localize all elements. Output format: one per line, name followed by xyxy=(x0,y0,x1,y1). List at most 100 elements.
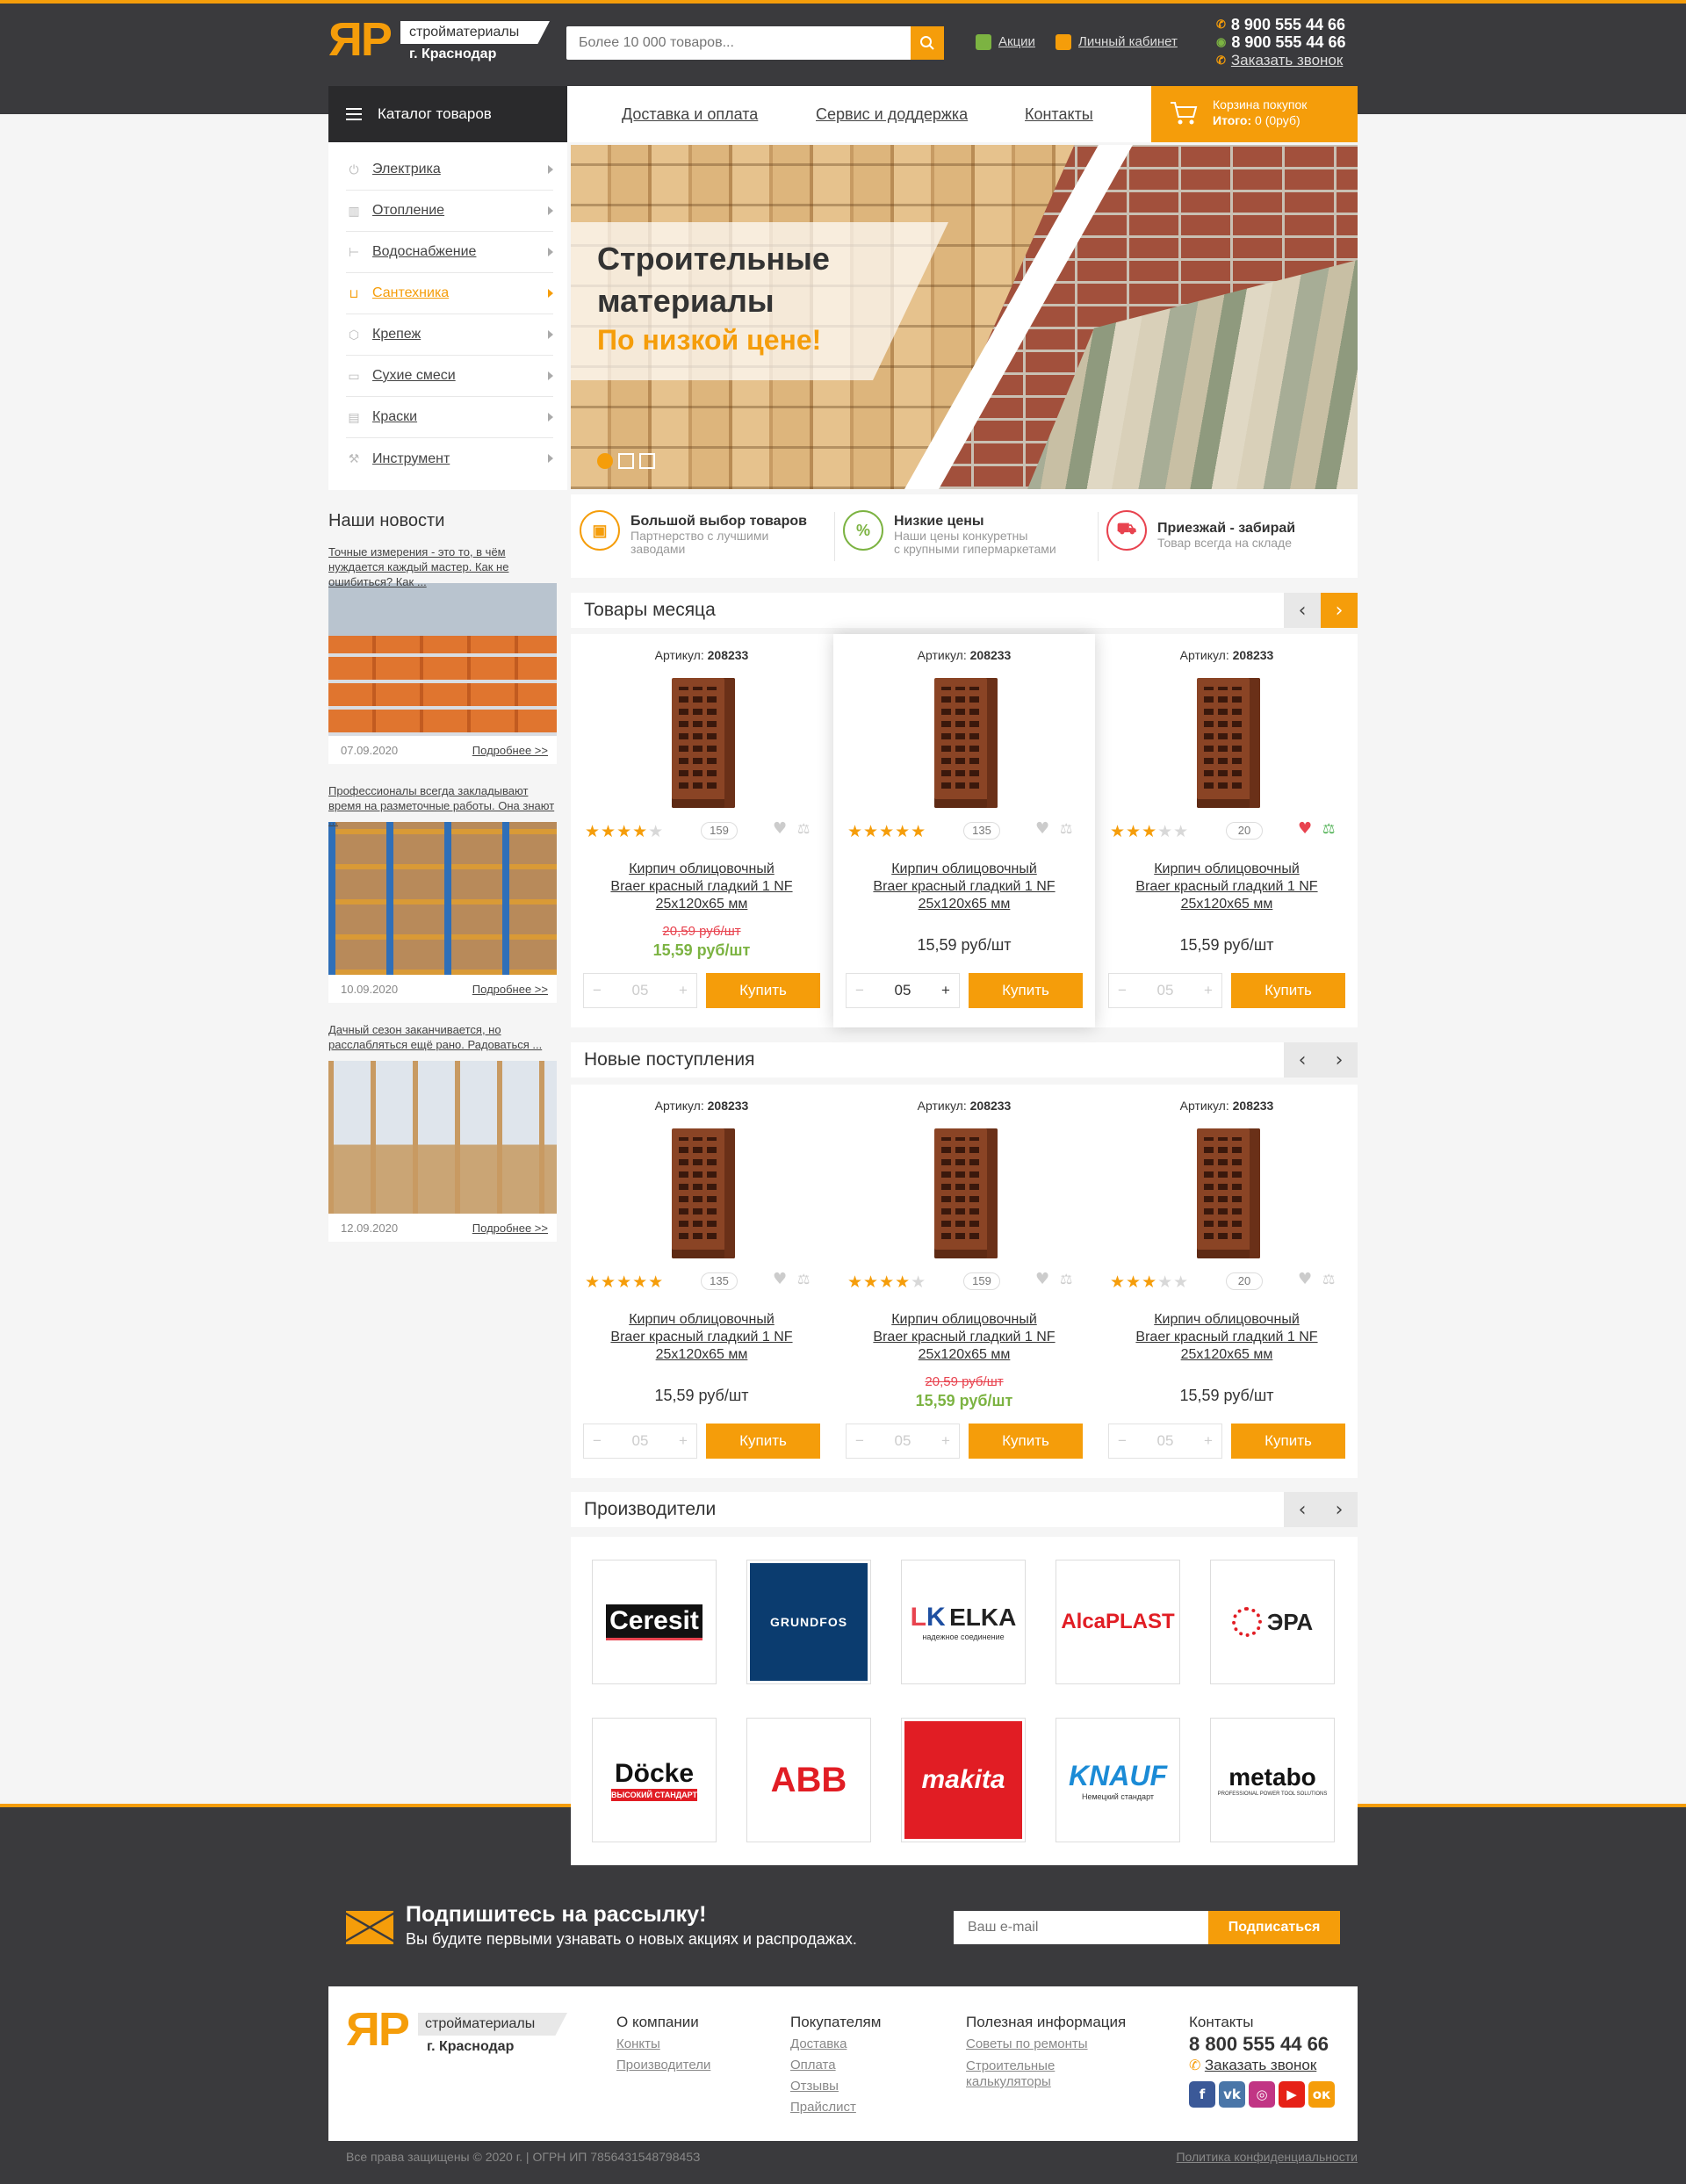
email-field[interactable] xyxy=(954,1911,1208,1944)
search-input[interactable] xyxy=(566,26,909,60)
vk-icon[interactable]: vk xyxy=(1219,2081,1245,2108)
sidebar-item-heating[interactable]: ▥ Отопление xyxy=(346,191,553,232)
heart-icon[interactable]: ♥ xyxy=(1298,819,1312,838)
compare-icon[interactable]: ⚖ xyxy=(1060,820,1072,837)
sidebar-item-plumbing[interactable]: ⊔ Сантехника xyxy=(346,273,553,314)
maker-logo-docke[interactable]: Döcke ВЫСОКИЙ СТАНДАРТ xyxy=(592,1718,717,1842)
hero-slider[interactable]: Строительные материалы По низкой цене! xyxy=(571,145,1358,489)
next-arrow-icon[interactable]: › xyxy=(1321,1042,1358,1078)
heart-icon[interactable]: ♥ xyxy=(1035,819,1049,838)
sidebar-item-water[interactable]: ⊢ Водоснабжение xyxy=(346,232,553,273)
buy-button[interactable]: Купить xyxy=(1231,973,1345,1008)
footer-phone[interactable]: 8 800 555 44 66 xyxy=(1189,2032,1335,2057)
slider-dot-1[interactable] xyxy=(597,453,613,469)
compare-icon[interactable]: ⚖ xyxy=(797,1271,810,1287)
quantity-stepper[interactable]: − 05 + xyxy=(1108,973,1222,1008)
compare-icon[interactable]: ⚖ xyxy=(1060,1271,1072,1287)
product-image-brick[interactable] xyxy=(934,678,998,808)
buy-button[interactable]: Купить xyxy=(969,1424,1083,1459)
product-name-link[interactable]: Кирпич облицовочный Braer красный гладкий… xyxy=(1096,861,1358,913)
product-image-brick[interactable] xyxy=(1197,678,1260,808)
heart-icon[interactable]: ♥ xyxy=(773,1270,787,1288)
minus-icon[interactable]: − xyxy=(855,1432,864,1450)
maker-logo-ceresit[interactable]: Ceresit xyxy=(592,1560,717,1684)
prev-arrow-icon[interactable]: ‹ xyxy=(1284,1042,1321,1078)
plus-icon[interactable]: + xyxy=(941,982,950,999)
plus-icon[interactable]: + xyxy=(1204,982,1213,999)
site-logo[interactable]: ЯР стройматериалы г. Краснодар xyxy=(328,16,550,65)
buy-button[interactable]: Купить xyxy=(969,973,1083,1008)
minus-icon[interactable]: − xyxy=(593,982,602,999)
maker-logo-abb[interactable]: ABB xyxy=(746,1718,871,1842)
quantity-stepper[interactable]: − 05 + xyxy=(846,1424,960,1459)
news-image-construction[interactable] xyxy=(328,1061,557,1214)
plus-icon[interactable]: + xyxy=(1204,1432,1213,1450)
search-button[interactable] xyxy=(911,26,944,60)
maker-logo-alcaplast[interactable]: AlcaPLAST xyxy=(1056,1560,1180,1684)
plus-icon[interactable]: + xyxy=(679,1432,688,1450)
subscribe-button[interactable]: Подписаться xyxy=(1208,1911,1340,1944)
slider-dot-3[interactable] xyxy=(639,453,655,469)
footer-link[interactable]: Доставка xyxy=(790,2034,881,2055)
product-name-link[interactable]: Кирпич облицовочный Braer красный гладкий… xyxy=(833,861,1095,913)
footer-link[interactable]: калькуляторы xyxy=(966,2074,1126,2090)
callback-link[interactable]: ✆ Заказать звонок xyxy=(1216,51,1345,70)
maker-logo-knauf[interactable]: KNAUF Немецкий стандарт xyxy=(1056,1718,1180,1842)
quantity-stepper[interactable]: − 05 + xyxy=(583,973,697,1008)
maker-logo-grundfos[interactable]: GRUNDFOS xyxy=(746,1560,871,1684)
footer-link[interactable]: Отзывы xyxy=(790,2076,881,2097)
instagram-icon[interactable]: ◎ xyxy=(1249,2081,1275,2108)
next-arrow-icon[interactable]: › xyxy=(1321,1492,1358,1527)
compare-icon[interactable]: ⚖ xyxy=(1322,1271,1335,1287)
maker-logo-era[interactable]: ЭРА xyxy=(1210,1560,1335,1684)
news-image-warehouse[interactable] xyxy=(328,822,557,975)
footer-link[interactable]: Конкты xyxy=(616,2034,710,2055)
footer-callback[interactable]: ✆ Заказать звонок xyxy=(1189,2057,1335,2074)
quantity-stepper[interactable]: − 05 + xyxy=(1108,1424,1222,1459)
quantity-stepper[interactable]: − 05 + xyxy=(846,973,960,1008)
product-name-link[interactable]: Кирпич облицовочный Braer красный гладкий… xyxy=(833,1311,1095,1364)
heart-icon[interactable]: ♥ xyxy=(1298,1270,1312,1288)
sidebar-item-tools[interactable]: ⚒ Инструмент xyxy=(346,438,553,479)
compare-icon[interactable]: ⚖ xyxy=(797,820,810,837)
odnoklassniki-icon[interactable]: ок xyxy=(1308,2081,1335,2108)
phone-2[interactable]: ◉ 8 900 555 44 66 xyxy=(1216,33,1345,51)
maker-logo-elka[interactable]: LK ELKA надежное соединение xyxy=(901,1560,1026,1684)
prev-arrow-icon[interactable]: ‹ xyxy=(1284,593,1321,628)
compare-icon[interactable]: ⚖ xyxy=(1322,820,1335,837)
news-text-link[interactable]: Точные измерения - это то, в чём нуждает… xyxy=(328,544,557,588)
news-more-link[interactable]: Подробнее >> xyxy=(472,983,548,996)
nav-contacts[interactable]: Контакты xyxy=(1025,86,1093,142)
quantity-stepper[interactable]: − 05 + xyxy=(583,1424,697,1459)
sidebar-item-paints[interactable]: ▤ Краски xyxy=(346,397,553,438)
news-text-link[interactable]: Дачный сезон заканчивается, но расслабля… xyxy=(328,1022,557,1057)
plus-icon[interactable]: + xyxy=(941,1432,950,1450)
nav-delivery[interactable]: Доставка и оплата xyxy=(622,86,758,142)
sidebar-item-electrics[interactable]: ⏻ Электрика xyxy=(346,149,553,191)
news-text-link[interactable]: Профессионалы всегда закладывают время н… xyxy=(328,783,557,827)
footer-link[interactable]: Советы по ремонты xyxy=(966,2034,1126,2055)
cart-button[interactable]: Корзина покупок Итого: 0 (0руб) xyxy=(1151,86,1358,142)
catalog-button[interactable]: Каталог товаров xyxy=(328,86,567,142)
product-image-brick[interactable] xyxy=(672,1128,735,1258)
heart-icon[interactable]: ♥ xyxy=(773,819,787,838)
next-arrow-icon[interactable]: › xyxy=(1321,593,1358,628)
minus-icon[interactable]: − xyxy=(593,1432,602,1450)
buy-button[interactable]: Купить xyxy=(706,973,820,1008)
minus-icon[interactable]: − xyxy=(1118,1432,1127,1450)
footer-link[interactable]: Производители xyxy=(616,2055,710,2076)
buy-button[interactable]: Купить xyxy=(706,1424,820,1459)
nav-service[interactable]: Сервис и доддержка xyxy=(816,86,968,142)
facebook-icon[interactable]: f xyxy=(1189,2081,1215,2108)
news-more-link[interactable]: Подробнее >> xyxy=(472,1222,548,1235)
maker-logo-metabo[interactable]: metabo PROFESSIONAL POWER TOOL SOLUTIONS xyxy=(1210,1718,1335,1842)
account-link[interactable]: Личный кабинет xyxy=(1056,33,1178,51)
privacy-link[interactable]: Политика конфиденциальности xyxy=(1176,2150,1358,2164)
product-name-link[interactable]: Кирпич облицовочный Braer красный гладкий… xyxy=(1096,1311,1358,1364)
product-image-brick[interactable] xyxy=(934,1128,998,1258)
phone-1[interactable]: ✆ 8 900 555 44 66 xyxy=(1216,16,1345,33)
minus-icon[interactable]: − xyxy=(855,982,864,999)
sidebar-item-dry-mixes[interactable]: ▭ Сухие смеси xyxy=(346,356,553,397)
footer-logo[interactable]: ЯР стройматериалы г. Краснодар xyxy=(346,2006,574,2060)
sidebar-item-fasteners[interactable]: ⬡ Крепеж xyxy=(346,314,553,356)
